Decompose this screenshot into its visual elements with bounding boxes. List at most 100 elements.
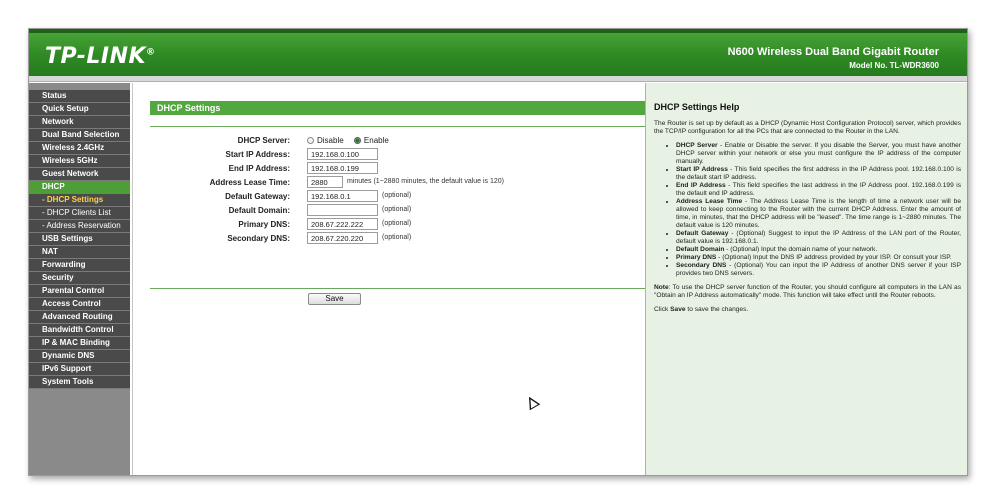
- sidebar-item-ip-mac-binding[interactable]: IP & MAC Binding: [29, 337, 130, 350]
- help-list: DHCP Server - Enable or Disable the serv…: [676, 142, 961, 278]
- sidebar-item-system-tools[interactable]: System Tools: [29, 376, 130, 389]
- help-term: Default Domain: [676, 246, 725, 253]
- sidebar-menu: Status Quick Setup Network Dual Band Sel…: [29, 83, 130, 475]
- registered-mark: ®: [146, 47, 156, 58]
- secondary-dns-label: Secondary DNS:: [227, 234, 290, 243]
- sidebar-item-nat[interactable]: NAT: [29, 246, 130, 259]
- sidebar-item-bandwidth-control[interactable]: Bandwidth Control: [29, 324, 130, 337]
- section-divider-top: [150, 126, 645, 127]
- form-row-end-ip: End IP Address:: [150, 161, 645, 175]
- dhcp-disable-option[interactable]: Disable: [307, 136, 344, 145]
- sidebar-item-guest-network[interactable]: Guest Network: [29, 168, 130, 181]
- default-gateway-optional-note: (optional): [382, 192, 412, 199]
- sidebar-item-forwarding[interactable]: Forwarding: [29, 259, 130, 272]
- form-row-secondary-dns: Secondary DNS: (optional): [150, 231, 645, 245]
- default-gateway-label: Default Gateway:: [225, 192, 290, 201]
- sidebar-subitem-address-reservation[interactable]: - Address Reservation: [29, 220, 130, 233]
- sidebar-item-network[interactable]: Network: [29, 116, 130, 129]
- sidebar-item-ipv6-support[interactable]: IPv6 Support: [29, 363, 130, 376]
- sidebar-item-advanced-routing[interactable]: Advanced Routing: [29, 311, 130, 324]
- help-term: Default Gateway: [676, 230, 729, 237]
- help-note-term: Note: [654, 284, 669, 291]
- sidebar-item-wireless-5ghz[interactable]: Wireless 5GHz: [29, 155, 130, 168]
- primary-dns-label: Primary DNS:: [238, 220, 290, 229]
- help-intro: The Router is set up by default as a DHC…: [654, 120, 961, 135]
- primary-dns-field[interactable]: [307, 218, 378, 230]
- main-content: DHCP Settings DHCP Server: Disable Enabl…: [132, 83, 645, 475]
- help-text: - Enable or Disable the server. If you d…: [676, 142, 961, 165]
- start-ip-label: Start IP Address:: [225, 150, 290, 159]
- help-save-instruction: Click Save to save the changes.: [654, 306, 961, 314]
- help-panel: DHCP Settings Help The Router is set up …: [645, 83, 967, 475]
- tp-link-logo: TP-LINK®: [45, 44, 156, 69]
- end-ip-field[interactable]: [307, 162, 378, 174]
- help-note: Note: To use the DHCP server function of…: [654, 284, 961, 300]
- help-term: Address Lease Time: [676, 198, 743, 205]
- form-row-start-ip: Start IP Address:: [150, 147, 645, 161]
- help-term: DHCP Server: [676, 142, 718, 149]
- help-term: Start IP Address: [676, 166, 728, 173]
- help-note-text: : To use the DHCP server function of the…: [654, 284, 961, 299]
- section-divider-bottom: [150, 288, 645, 289]
- save-button[interactable]: Save: [308, 293, 361, 305]
- help-item-lease-time: Address Lease Time - The Address Lease T…: [676, 198, 961, 230]
- sidebar-item-dual-band-selection[interactable]: Dual Band Selection: [29, 129, 130, 142]
- sidebar-item-usb-settings[interactable]: USB Settings: [29, 233, 130, 246]
- help-item-dhcp-server: DHCP Server - Enable or Disable the serv…: [676, 142, 961, 166]
- default-gateway-field[interactable]: [307, 190, 378, 202]
- model-number: Model No. TL-WDR3600: [849, 61, 939, 70]
- sidebar-item-parental-control[interactable]: Parental Control: [29, 285, 130, 298]
- help-title: DHCP Settings Help: [654, 102, 740, 112]
- form-row-lease-time: Address Lease Time: minutes (1~2880 minu…: [150, 175, 645, 189]
- dhcp-enable-option[interactable]: Enable: [353, 136, 389, 145]
- help-click-post: to save the changes.: [685, 306, 749, 313]
- form-row-default-domain: Default Domain: (optional): [150, 203, 645, 217]
- sidebar-item-dynamic-dns[interactable]: Dynamic DNS: [29, 350, 130, 363]
- help-click-term: Save: [670, 306, 686, 313]
- dhcp-settings-form: DHCP Server: Disable Enable Start IP Add…: [150, 133, 645, 245]
- logo-text: TP-LINK: [45, 44, 147, 69]
- sidebar-item-wireless-2-4ghz[interactable]: Wireless 2.4GHz: [29, 142, 130, 155]
- dhcp-enable-radio[interactable]: [353, 137, 361, 144]
- dhcp-server-radio-group: Disable Enable: [307, 136, 397, 145]
- dhcp-server-label: DHCP Server:: [237, 136, 290, 145]
- lease-time-note: minutes (1~2880 minutes, the default val…: [347, 178, 505, 185]
- sidebar-item-quick-setup[interactable]: Quick Setup: [29, 103, 130, 116]
- lease-time-label: Address Lease Time:: [209, 178, 290, 187]
- header-stripe: [29, 29, 967, 33]
- form-row-primary-dns: Primary DNS: (optional): [150, 217, 645, 231]
- help-item-end-ip: End IP Address - This field specifies th…: [676, 182, 961, 198]
- help-term: End IP Address: [676, 182, 726, 189]
- page-title: DHCP Settings: [150, 101, 645, 115]
- browser-window: TP-LINK® N600 Wireless Dual Band Gigabit…: [28, 28, 968, 476]
- sidebar-item-status[interactable]: Status: [29, 90, 130, 103]
- header-divider: [29, 76, 967, 82]
- sidebar-subitem-dhcp-settings[interactable]: - DHCP Settings: [29, 194, 130, 207]
- start-ip-field[interactable]: [307, 148, 378, 160]
- help-text: - (Optional) Input the DNS IP address pr…: [716, 254, 952, 261]
- help-term: Primary DNS: [676, 254, 717, 261]
- form-row-default-gateway: Default Gateway: (optional): [150, 189, 645, 203]
- secondary-dns-field[interactable]: [307, 232, 378, 244]
- dhcp-disable-radio[interactable]: [307, 137, 314, 144]
- help-item-default-domain: Default Domain - (Optional) Input the do…: [676, 246, 961, 254]
- help-click-pre: Click: [654, 306, 671, 313]
- default-domain-optional-note: (optional): [382, 206, 412, 213]
- dhcp-disable-label: Disable: [317, 136, 344, 145]
- default-domain-field[interactable]: [307, 204, 378, 216]
- help-term: Secondary DNS: [676, 262, 727, 269]
- sidebar-subitem-dhcp-clients-list[interactable]: - DHCP Clients List: [29, 207, 130, 220]
- help-item-primary-dns: Primary DNS - (Optional) Input the DNS I…: [676, 254, 961, 262]
- help-item-start-ip: Start IP Address - This field specifies …: [676, 166, 961, 182]
- help-item-secondary-dns: Secondary DNS - (Optional) You can input…: [676, 262, 961, 278]
- sidebar-item-access-control[interactable]: Access Control: [29, 298, 130, 311]
- default-domain-label: Default Domain:: [228, 206, 290, 215]
- sidebar-item-dhcp[interactable]: DHCP: [29, 181, 130, 194]
- primary-dns-optional-note: (optional): [382, 220, 412, 227]
- lease-time-field[interactable]: [307, 176, 343, 188]
- sidebar-item-security[interactable]: Security: [29, 272, 130, 285]
- dhcp-enable-label: Enable: [363, 136, 389, 145]
- help-item-default-gateway: Default Gateway - (Optional) Suggest to …: [676, 230, 961, 246]
- product-name: N600 Wireless Dual Band Gigabit Router: [727, 46, 939, 58]
- end-ip-label: End IP Address:: [228, 164, 290, 173]
